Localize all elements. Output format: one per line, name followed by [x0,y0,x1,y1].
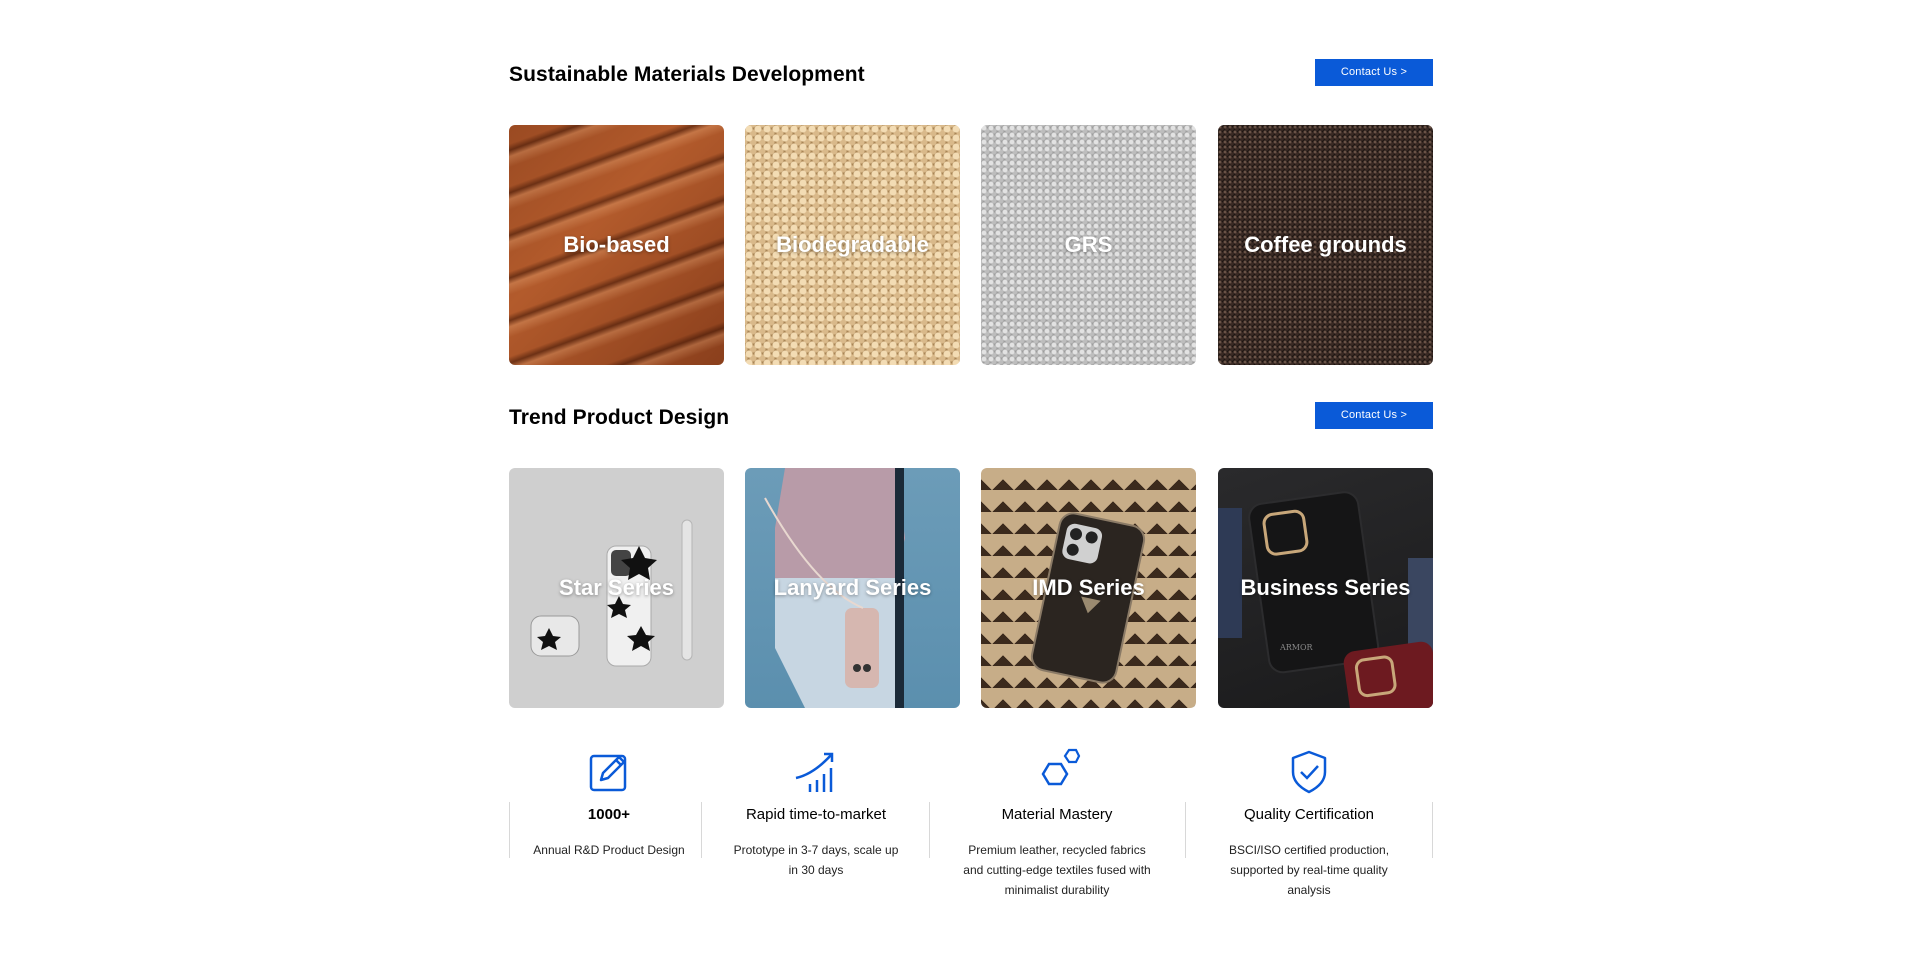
contact-us-button[interactable]: Contact Us > [1315,402,1433,429]
divider [509,802,510,858]
edit-document-icon [589,754,627,792]
divider [1185,802,1186,858]
section-title: Sustainable Materials Development [509,63,865,86]
svg-text:ARMOR: ARMOR [1279,643,1314,652]
product-card-business-series[interactable]: ARMOR Business Series [1218,468,1433,708]
material-card-grs[interactable]: GRS [981,125,1196,365]
material-card-biodegradable[interactable]: Biodegradable [745,125,960,365]
card-label: Business Series [1240,575,1411,600]
product-card-lanyard-series[interactable]: Lanyard Series [745,468,960,708]
contact-us-button[interactable]: Contact Us > [1315,59,1433,86]
divider [701,802,702,858]
feature-title: Rapid time-to-market [745,806,887,823]
feature-desc: Premium leather, recycled fabrics and cu… [963,843,1151,897]
section-title: Trend Product Design [509,406,730,429]
divider [1432,802,1433,858]
section-header-trend: Trend Product Design Contact Us > [509,402,1433,445]
growth-chart-icon [795,752,834,792]
feature-title: Material Mastery [1001,806,1113,823]
card-label: Star Series [559,575,674,600]
card-label: IMD Series [1032,575,1145,600]
card-label: Biodegradable [776,232,929,257]
feature-title: Quality Certification [1243,806,1375,823]
product-card-star-series[interactable]: Star Series [509,468,724,708]
card-label: Coffee grounds [1244,232,1407,257]
feature-desc: Prototype in 3-7 days, scale up in 30 da… [733,843,899,877]
shield-check-icon [1291,750,1327,794]
feature-title: 1000+ [587,806,631,823]
feature-desc: Annual R&D Product Design [533,843,685,857]
product-card-imd-series[interactable]: IMD Series [981,468,1196,708]
material-card-coffee-grounds[interactable]: Coffee grounds [1218,125,1433,365]
section-header-materials: Sustainable Materials Development Contac… [509,59,1433,102]
card-label: Bio-based [563,232,670,257]
card-label: GRS [1064,232,1113,257]
card-label: Lanyard Series [773,575,932,600]
divider [929,802,930,858]
features-strip: 1000+ Annual R&D Product Design Rapid ti… [509,748,1433,918]
products-card-row: Star Series Lanyard Series IMD Series AR… [509,468,1433,708]
feature-desc: BSCI/ISO certified production, supported… [1228,843,1390,897]
hexagons-icon [1041,748,1081,786]
materials-card-row: Bio-based Biodegradable GRS Coffee groun… [509,125,1433,365]
material-card-bio-based[interactable]: Bio-based [509,125,724,365]
